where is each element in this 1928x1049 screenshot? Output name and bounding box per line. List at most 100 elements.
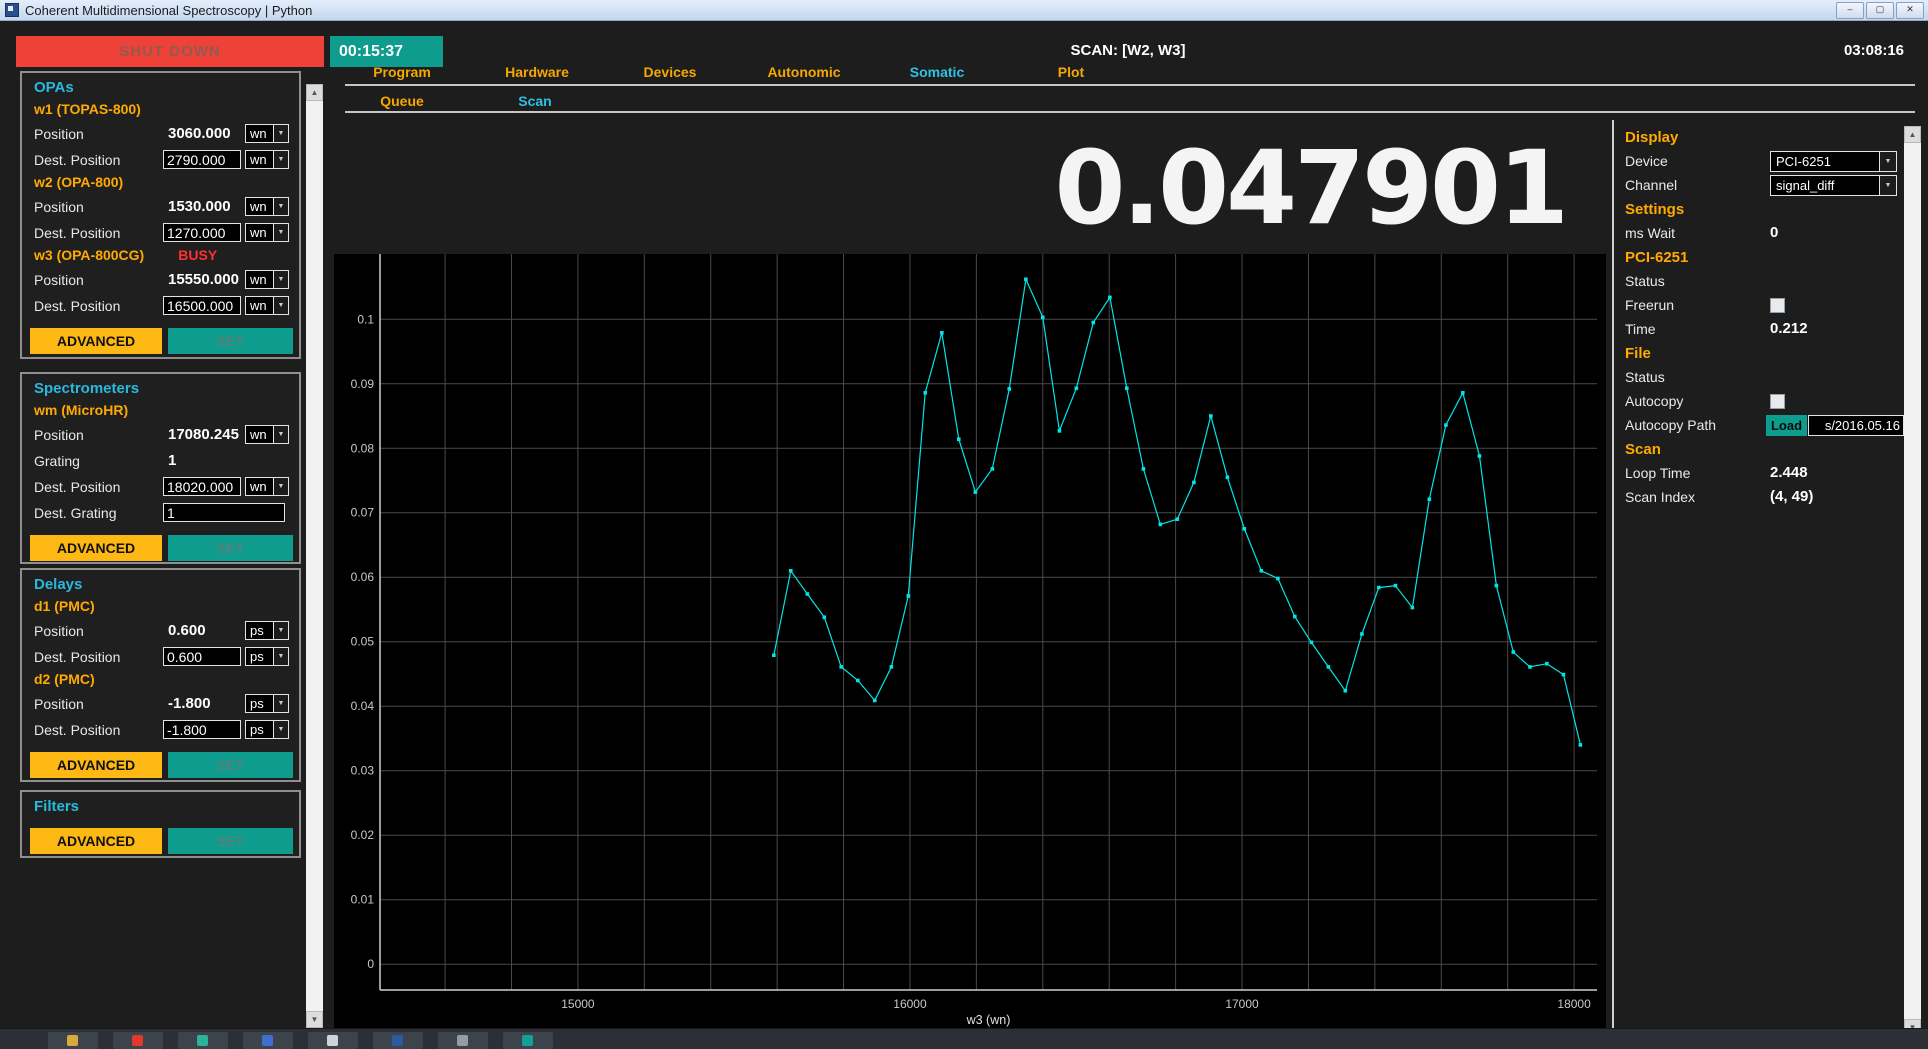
destination-input[interactable] bbox=[163, 477, 241, 496]
units-dropdown[interactable]: wn▼ bbox=[245, 223, 289, 242]
hardware-row: Position3060.000wn▼ bbox=[22, 122, 299, 148]
advanced-button[interactable]: ADVANCED bbox=[30, 828, 162, 854]
row-label: Position bbox=[34, 199, 84, 215]
row-label: ms Wait bbox=[1625, 225, 1675, 241]
section-header: PCI-6251 bbox=[1625, 249, 1688, 266]
shutdown-button[interactable]: SHUT DOWN bbox=[16, 36, 324, 67]
taskbar-item[interactable] bbox=[113, 1032, 163, 1049]
menu-item-hardware[interactable]: Hardware bbox=[505, 64, 569, 80]
destination-input[interactable] bbox=[163, 647, 241, 666]
data-point-marker bbox=[1075, 386, 1079, 390]
scan-plot[interactable]: 00.010.020.030.040.050.060.070.080.090.1… bbox=[334, 254, 1606, 1029]
data-point-marker bbox=[1528, 665, 1532, 669]
units-dropdown[interactable]: wn▼ bbox=[245, 124, 289, 143]
units-dropdown[interactable]: ps▼ bbox=[245, 621, 289, 640]
data-point-marker bbox=[1226, 475, 1230, 479]
button-row: ADVANCEDSET bbox=[22, 752, 299, 778]
data-point-marker bbox=[806, 592, 810, 596]
y-tick-label: 0.03 bbox=[351, 764, 375, 778]
units-dropdown[interactable]: wn▼ bbox=[245, 425, 289, 444]
units-dropdown[interactable]: ps▼ bbox=[245, 647, 289, 666]
minimize-button[interactable]: – bbox=[1836, 2, 1864, 19]
destination-input[interactable] bbox=[163, 296, 241, 315]
autocopy-checkbox[interactable] bbox=[1770, 394, 1785, 409]
section-filters: FiltersADVANCEDSET bbox=[20, 790, 301, 858]
row-label: Autocopy Path bbox=[1625, 417, 1716, 433]
units-dropdown[interactable]: wn▼ bbox=[245, 296, 289, 315]
right-scrollbar[interactable]: ▲ ▼ bbox=[1904, 126, 1921, 1036]
taskbar-item[interactable] bbox=[373, 1032, 423, 1049]
units-dropdown[interactable]: wn▼ bbox=[245, 270, 289, 289]
taskbar-item[interactable] bbox=[503, 1032, 553, 1049]
destination-input[interactable] bbox=[163, 720, 241, 739]
load-button[interactable]: Load bbox=[1766, 415, 1807, 436]
destination-input[interactable] bbox=[163, 150, 241, 169]
taskbar-item[interactable] bbox=[178, 1032, 228, 1049]
menu-item-devices[interactable]: Devices bbox=[644, 64, 697, 80]
data-point-marker bbox=[1276, 577, 1280, 581]
destination-input[interactable] bbox=[163, 503, 285, 522]
autocopy-path-input[interactable] bbox=[1808, 415, 1904, 436]
row-label: Device bbox=[1625, 153, 1668, 169]
set-button[interactable]: SET bbox=[168, 828, 293, 854]
taskbar-item[interactable] bbox=[48, 1032, 98, 1049]
row-value: 0 bbox=[1770, 224, 1778, 241]
hardware-label: wm (MicroHR) bbox=[34, 402, 128, 418]
row-label: Loop Time bbox=[1625, 465, 1690, 481]
data-point-marker bbox=[1411, 606, 1415, 610]
windows-taskbar[interactable] bbox=[0, 1028, 1928, 1049]
units-value: ps bbox=[246, 648, 273, 665]
panel-row-pci-6251: PCI-6251 bbox=[1612, 246, 1904, 270]
scroll-up-icon[interactable]: ▲ bbox=[1904, 126, 1921, 143]
taskbar-app-icon bbox=[392, 1035, 403, 1046]
tab-scan[interactable]: Scan bbox=[518, 93, 551, 109]
hardware-label: w3 (OPA-800CG) bbox=[34, 247, 144, 263]
data-point-marker bbox=[940, 331, 944, 335]
row-label: Dest. Grating bbox=[34, 505, 116, 521]
maximize-button[interactable]: ▢ bbox=[1866, 2, 1894, 19]
hardware-row: Position17080.245wn▼ bbox=[22, 423, 299, 449]
destination-input[interactable] bbox=[163, 223, 241, 242]
advanced-button[interactable]: ADVANCED bbox=[30, 328, 162, 354]
scroll-down-icon[interactable]: ▼ bbox=[306, 1011, 323, 1028]
data-point-marker bbox=[1259, 569, 1263, 573]
tab-queue[interactable]: Queue bbox=[380, 93, 424, 109]
menu-item-plot[interactable]: Plot bbox=[1058, 64, 1084, 80]
units-dropdown[interactable]: wn▼ bbox=[245, 477, 289, 496]
row-value: (4, 49) bbox=[1770, 488, 1813, 505]
set-button[interactable]: SET bbox=[168, 752, 293, 778]
chevron-down-icon: ▼ bbox=[273, 297, 288, 314]
units-value: wn bbox=[246, 198, 273, 215]
chevron-down-icon: ▼ bbox=[273, 622, 288, 639]
scroll-up-icon[interactable]: ▲ bbox=[306, 84, 323, 101]
freerun-checkbox[interactable] bbox=[1770, 298, 1785, 313]
left-scrollbar[interactable]: ▲ ▼ bbox=[306, 84, 323, 1028]
menu-item-somatic[interactable]: Somatic bbox=[910, 64, 964, 80]
data-point-marker bbox=[873, 699, 877, 703]
section-title: Delays bbox=[22, 576, 299, 598]
set-button[interactable]: SET bbox=[168, 328, 293, 354]
advanced-button[interactable]: ADVANCED bbox=[30, 752, 162, 778]
taskbar-item[interactable] bbox=[438, 1032, 488, 1049]
set-button[interactable]: SET bbox=[168, 535, 293, 561]
channel-select[interactable]: signal_diff▼ bbox=[1770, 175, 1897, 196]
panel-row-file: File bbox=[1612, 342, 1904, 366]
row-label: Channel bbox=[1625, 177, 1677, 193]
panel-row-autocopy-path: Autocopy Path Load bbox=[1612, 414, 1904, 438]
taskbar-item[interactable] bbox=[308, 1032, 358, 1049]
units-dropdown[interactable]: wn▼ bbox=[245, 150, 289, 169]
units-dropdown[interactable]: wn▼ bbox=[245, 197, 289, 216]
data-point-marker bbox=[1108, 296, 1112, 300]
menu-item-program[interactable]: Program bbox=[373, 64, 431, 80]
advanced-button[interactable]: ADVANCED bbox=[30, 535, 162, 561]
y-tick-label: 0.09 bbox=[351, 377, 375, 391]
taskbar-item[interactable] bbox=[243, 1032, 293, 1049]
units-dropdown[interactable]: ps▼ bbox=[245, 720, 289, 739]
panel-row-channel: Channel signal_diff▼ bbox=[1612, 174, 1904, 198]
device-select[interactable]: PCI-6251▼ bbox=[1770, 151, 1897, 172]
units-dropdown[interactable]: ps▼ bbox=[245, 694, 289, 713]
close-button[interactable]: ✕ bbox=[1896, 2, 1924, 19]
menu-item-autonomic[interactable]: Autonomic bbox=[767, 64, 840, 80]
display-panel: DisplayDevicePCI-6251▼Channelsignal_diff… bbox=[1612, 126, 1904, 510]
maximize-icon: ▢ bbox=[1876, 4, 1885, 14]
